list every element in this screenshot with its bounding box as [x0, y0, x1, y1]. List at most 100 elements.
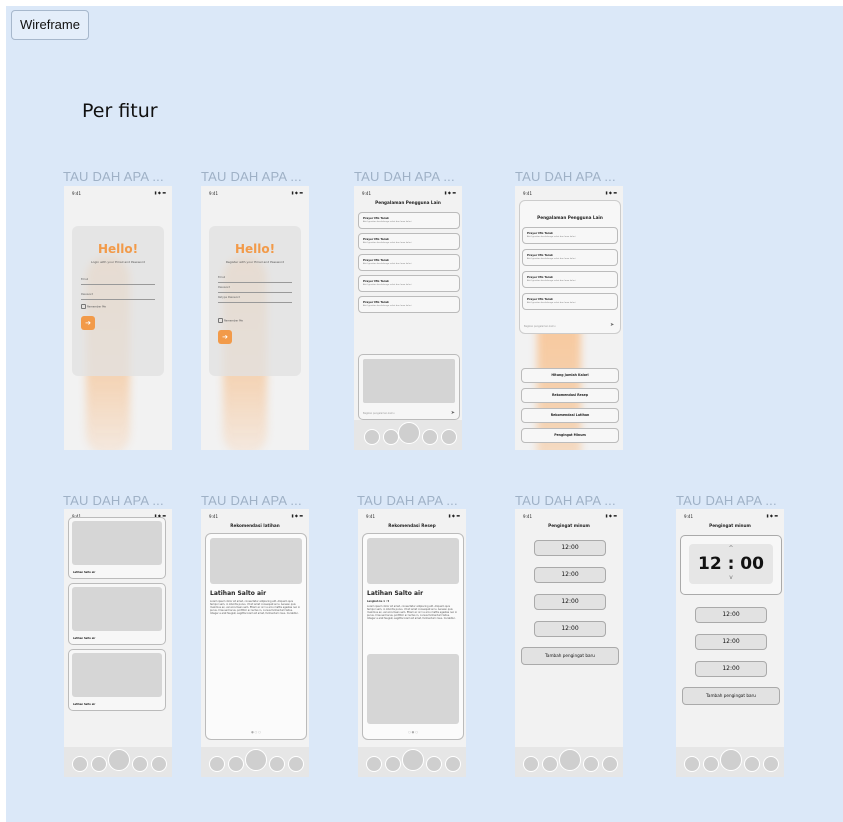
page-indicator[interactable]: ● ○ ○ — [206, 730, 306, 734]
nav-button[interactable] — [523, 756, 539, 772]
nav-button[interactable] — [269, 756, 285, 772]
nav-button[interactable] — [151, 756, 167, 772]
nav-button[interactable] — [684, 756, 700, 772]
email-field[interactable] — [218, 282, 292, 283]
compose-box[interactable]: Bagikan pengalaman kamu ➤ — [358, 354, 460, 420]
experience-card[interactable]: Prayer MG Tarak Aktif gerakan berolahraga… — [522, 271, 618, 288]
nav-button[interactable] — [422, 429, 438, 445]
menu-pengingat-minum[interactable]: Pengingat Minum — [521, 428, 619, 443]
nav-button[interactable] — [228, 756, 244, 772]
reminder-time-button[interactable]: 12:00 — [695, 634, 767, 650]
frame-label-resep[interactable]: TAU DAH APA ... — [357, 493, 458, 508]
status-bar: 9:41▮ ◆ ▬ — [523, 190, 617, 196]
page-indicator[interactable]: ○ ● ○ — [363, 730, 463, 734]
resep-screen[interactable]: 9:41 ▮ ◆ ▬ Rekomendasi Resep Latihan Salt… — [358, 509, 466, 777]
nav-button[interactable] — [72, 756, 88, 772]
latihan-card[interactable]: Latihan Salto air — [68, 583, 166, 645]
register-submit-button[interactable]: ➔ — [218, 330, 232, 344]
frame-label-community[interactable]: TAU DAH APA ... — [354, 169, 455, 184]
nav-button[interactable] — [383, 429, 399, 445]
community-screen[interactable]: 9:41 ▮ ◆ ▬ Pengalaman Pengguna Lain Praye… — [354, 186, 462, 450]
nav-home-button[interactable] — [245, 749, 267, 771]
nav-button[interactable] — [132, 756, 148, 772]
chevron-down-icon[interactable]: v — [689, 574, 773, 581]
nav-button[interactable] — [583, 756, 599, 772]
nav-button[interactable] — [366, 756, 382, 772]
send-icon[interactable]: ➤ — [451, 410, 455, 416]
nav-button[interactable] — [209, 756, 225, 772]
reminder-time-button[interactable]: 12:00 — [534, 540, 606, 556]
add-reminder-button[interactable]: Tambah pengingat baru — [521, 647, 619, 665]
menu-rekomendasi-latihan[interactable]: Rekomendasi Latihan — [521, 408, 619, 423]
frame-label-reminder-edit[interactable]: TAU DAH APA ... — [676, 493, 777, 508]
nav-button[interactable] — [763, 756, 779, 772]
nav-button[interactable] — [542, 756, 558, 772]
menu-screen[interactable]: 9:41 ▮ ◆ ▬ Pengalaman Pengguna Lain Praye… — [515, 186, 623, 450]
resep-title: Rekomendasi Resep — [388, 523, 436, 528]
login-screen[interactable]: 9:41 ▮ ◆ ▬ Hello! Login with your Email a… — [64, 186, 172, 450]
menu-hitung-kalori[interactable]: Hitung Jumlah Kalori — [521, 368, 619, 383]
nav-button[interactable] — [288, 756, 304, 772]
nav-button[interactable] — [703, 756, 719, 772]
experience-card[interactable]: Prayer MG Tarak Aktif gerakan berolahraga… — [522, 249, 618, 266]
nav-home-button[interactable] — [720, 749, 742, 771]
send-icon[interactable]: ➤ — [610, 322, 614, 328]
experience-card[interactable]: Prayer MG Tarak Aktif gerakan berolahraga… — [358, 233, 460, 250]
reminder-screen[interactable]: 9:41 ▮ ◆ ▬ Pengingat minum 12:00 12:00 12… — [515, 509, 623, 777]
chevron-up-icon[interactable]: ^ — [689, 545, 773, 552]
nav-button[interactable] — [364, 429, 380, 445]
share-input[interactable]: Bagikan pengalaman kamu — [524, 325, 555, 328]
latihan-detail-screen[interactable]: 9:41 ▮ ◆ ▬ Rekomendasi latihan Latihan Sa… — [201, 509, 309, 777]
bottom-nav — [515, 747, 623, 777]
nav-home-button[interactable] — [559, 749, 581, 771]
frame-label-login[interactable]: TAU DAH APA ... — [63, 169, 164, 184]
experience-card[interactable]: Prayer MG Tarak Aktif gerakan berolahraga… — [358, 296, 460, 313]
password-field[interactable] — [81, 299, 155, 300]
nav-button[interactable] — [91, 756, 107, 772]
nav-button[interactable] — [441, 429, 457, 445]
nav-home-button[interactable] — [398, 422, 420, 444]
frame-label-latihan-list[interactable]: TAU DAH APA ... — [63, 493, 164, 508]
nav-button[interactable] — [445, 756, 461, 772]
frame-label-menu[interactable]: TAU DAH APA ... — [515, 169, 616, 184]
frame-label-latihan-detail[interactable]: TAU DAH APA ... — [201, 493, 302, 508]
latihan-list-screen[interactable]: 9:41▮ ◆ ▬ Latihan Salto air Latihan Salt… — [64, 509, 172, 777]
time-picker[interactable]: ^ 12 : 00 v — [680, 535, 782, 595]
nav-button[interactable] — [385, 756, 401, 772]
section-title: Per fitur — [82, 100, 158, 122]
nav-home-button[interactable] — [402, 749, 424, 771]
frame-label-register[interactable]: TAU DAH APA ... — [201, 169, 302, 184]
latihan-card[interactable]: Latihan Salto air — [68, 649, 166, 711]
frame-label-reminder[interactable]: TAU DAH APA ... — [515, 493, 616, 508]
add-reminder-button[interactable]: Tambah pengingat baru — [682, 687, 780, 705]
nav-button[interactable] — [602, 756, 618, 772]
wireframe-page-button[interactable]: Wireframe — [11, 10, 89, 40]
experience-card[interactable]: Prayer MG Tarak Aktif gerakan berolahraga… — [358, 254, 460, 271]
nav-button[interactable] — [744, 756, 760, 772]
register-screen[interactable]: 9:41 ▮ ◆ ▬ Hello! Register with your Emai… — [201, 186, 309, 450]
menu-rekomendasi-resep[interactable]: Rekomendasi Resep — [521, 388, 619, 403]
nav-home-button[interactable] — [108, 749, 130, 771]
remember-me-checkbox[interactable]: Remember Me — [81, 304, 106, 309]
share-input[interactable]: Bagikan pengalaman kamu — [363, 412, 394, 415]
password-field[interactable] — [218, 292, 292, 293]
experience-card[interactable]: Prayer MG Tarak Aktif gerakan berolahraga… — [358, 212, 460, 229]
reminder-time-button[interactable]: 12:00 — [534, 594, 606, 610]
latihan-card[interactable]: Latihan Salto air — [68, 517, 166, 579]
reminder-edit-screen[interactable]: 9:41 ▮ ◆ ▬ Pengingat minum ^ 12 : 00 v 12… — [676, 509, 784, 777]
experience-card[interactable]: Prayer MG Tarak Aktif gerakan berolahraga… — [522, 293, 618, 310]
experience-card[interactable]: Prayer MG Tarak Aktif gerakan berolahraga… — [358, 275, 460, 292]
experience-card[interactable]: Prayer MG Tarak Aktif gerakan berolahraga… — [522, 227, 618, 244]
remember-me-checkbox[interactable]: Remember Me — [218, 318, 243, 323]
login-submit-button[interactable]: ➔ — [81, 316, 95, 330]
reminder-time-button[interactable]: 12:00 — [695, 661, 767, 677]
reminder-time-button[interactable]: 12:00 — [534, 567, 606, 583]
reminder-time-button[interactable]: 12:00 — [534, 621, 606, 637]
nav-button[interactable] — [426, 756, 442, 772]
login-card: Hello! Login with your Email and Passwor… — [72, 226, 164, 376]
time-picker-inner: ^ 12 : 00 v — [689, 544, 773, 584]
reminder-time-button[interactable]: 12:00 — [695, 607, 767, 623]
retype-password-field[interactable] — [218, 302, 292, 303]
latihan-image — [72, 587, 162, 631]
email-field[interactable] — [81, 284, 155, 285]
